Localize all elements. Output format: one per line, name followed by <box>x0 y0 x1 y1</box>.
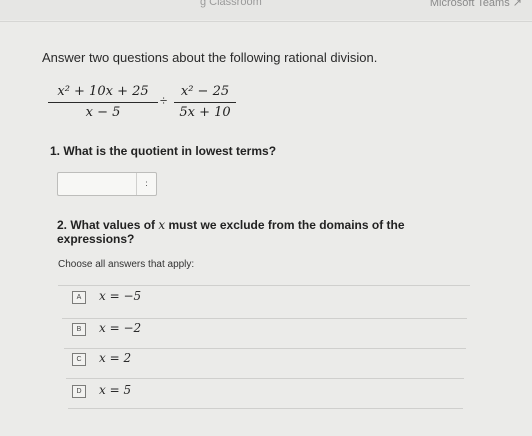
teams-link[interactable]: Microsoft Teams ↗ <box>430 0 522 9</box>
external-link-icon: ↗ <box>512 0 522 9</box>
choice-d-expression: x = 5 <box>99 383 132 397</box>
choice-b[interactable]: B x = −2 <box>72 321 452 339</box>
fraction-1-bar <box>48 102 158 103</box>
choice-divider <box>62 318 467 319</box>
header-divider <box>0 21 532 22</box>
choice-divider <box>58 285 470 286</box>
teams-label: Microsoft Teams <box>429 0 510 9</box>
choice-b-letter: B <box>72 323 86 336</box>
choice-divider <box>64 348 466 349</box>
fraction-2-numerator: x² − 25 <box>180 84 230 99</box>
fraction-icon[interactable]: ∶ <box>136 173 156 195</box>
quotient-answer-box: ∶ <box>57 172 157 196</box>
choice-divider <box>68 408 463 409</box>
choice-a[interactable]: A x = −5 <box>72 289 452 307</box>
fraction-2-bar <box>174 102 236 103</box>
classroom-link[interactable]: g Classroom <box>200 0 262 8</box>
choice-d[interactable]: D x = 5 <box>72 383 452 401</box>
choice-b-expression: x = −2 <box>99 321 142 335</box>
part-1-title: 1. What is the quotient in lowest terms? <box>50 144 277 158</box>
choose-instruction: Choose all answers that apply: <box>58 259 195 270</box>
fraction-2-denominator: 5x + 10 <box>179 105 231 120</box>
question-prompt: Answer two questions about the following… <box>42 50 378 65</box>
part-2-title-before: 2. What values of <box>57 218 156 232</box>
division-operator: ÷ <box>160 93 168 108</box>
choice-c-expression: x = 2 <box>99 351 132 365</box>
choice-d-letter: D <box>72 385 86 398</box>
fraction-1-numerator: x² + 10x + 25 <box>57 84 149 99</box>
choice-a-letter: A <box>72 291 86 304</box>
fraction-1-denominator: x − 5 <box>85 105 121 120</box>
part-2-title: 2. What values of x must we exclude from… <box>57 218 437 246</box>
top-bar: g Classroom Microsoft Teams ↗ <box>0 0 532 20</box>
choice-a-expression: x = −5 <box>99 289 142 303</box>
fraction-2: x² − 25 5x + 10 <box>174 84 236 121</box>
choice-c[interactable]: C x = 2 <box>72 351 452 369</box>
fraction-1: x² + 10x + 25 x − 5 <box>48 84 158 121</box>
choice-c-letter: C <box>72 353 86 366</box>
part-2-variable: x <box>158 218 166 232</box>
choice-divider <box>66 378 464 379</box>
quotient-answer-input[interactable] <box>58 173 134 195</box>
